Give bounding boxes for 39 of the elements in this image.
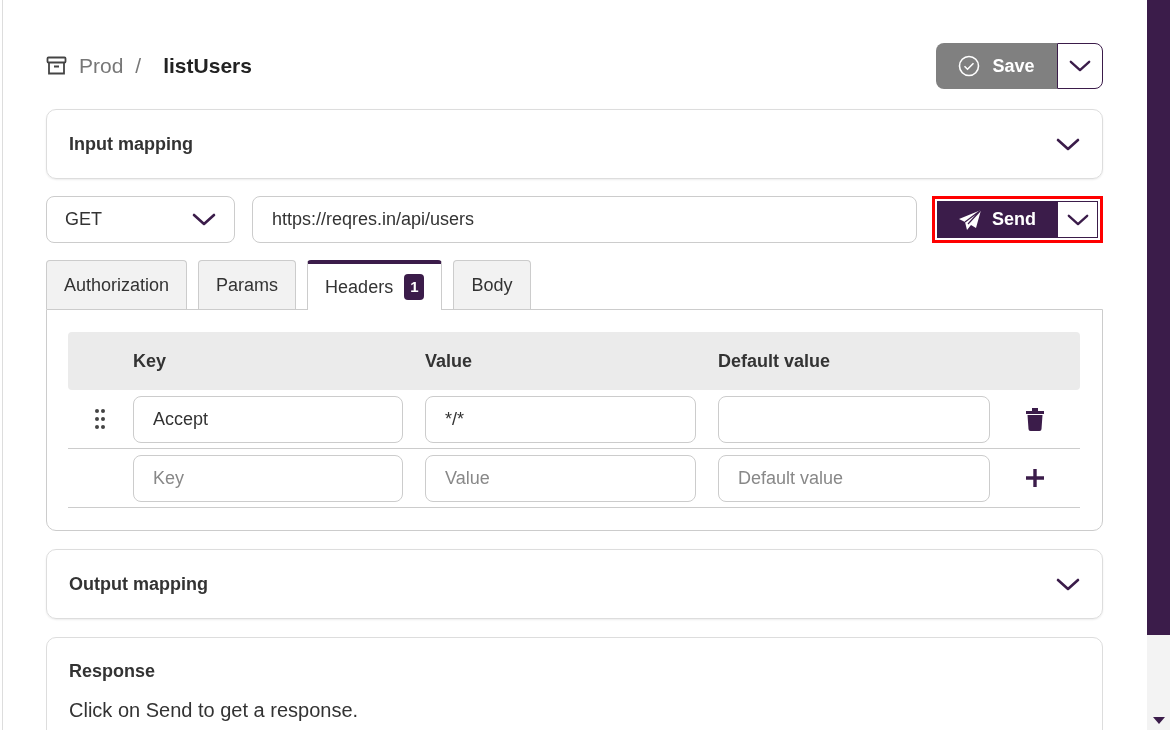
breadcrumb-separator: / [135,53,142,80]
panel-title: Input mapping [69,132,193,156]
scroll-down-icon[interactable] [1152,717,1165,724]
send-button[interactable]: Send [937,201,1057,238]
input-field[interactable]: Value [425,454,696,502]
tab[interactable]: Body [453,260,531,309]
scrollbar-thumb[interactable] [1147,0,1170,635]
method-dropdown[interactable]: GET [46,196,235,243]
column-header: Value [425,349,474,373]
input-field[interactable]: Default value [718,454,990,502]
chevron-down-icon [192,213,216,226]
input-field[interactable]: Key [133,454,403,502]
tab[interactable]: Authorization [46,260,188,309]
tab[interactable]: Headers 1 [307,260,443,310]
drag-handle-icon[interactable] [94,408,106,430]
column-header: Key [133,349,168,373]
send-options-button[interactable] [1057,201,1098,238]
panel-title: Response [69,660,157,683]
response-message: Click on Send to get a response. [69,699,360,722]
breadcrumb-link[interactable]: Prod [79,50,124,82]
paper-plane-icon [958,208,982,231]
panel-title: Output mapping [69,572,208,596]
url-field[interactable]: https://reqres.in/api/users [252,196,917,243]
chevron-down-icon[interactable] [1056,577,1080,591]
delete-icon[interactable] [1025,407,1045,431]
count-badge: 1 [404,273,425,301]
input-field[interactable] [718,395,990,443]
column-header: Default value [718,349,832,373]
caret-icon [1066,213,1089,226]
chevron-down-icon[interactable] [1056,137,1080,151]
check-circle-icon [958,55,981,77]
tab[interactable]: Params [198,260,297,309]
input-field[interactable]: */* [425,395,696,443]
add-icon[interactable] [1025,468,1045,488]
archive-icon [46,56,67,76]
save-options-button[interactable] [1057,43,1103,89]
input-field[interactable]: Accept [133,395,403,443]
page-title: listUsers [163,53,252,80]
caret-icon [1069,60,1091,72]
